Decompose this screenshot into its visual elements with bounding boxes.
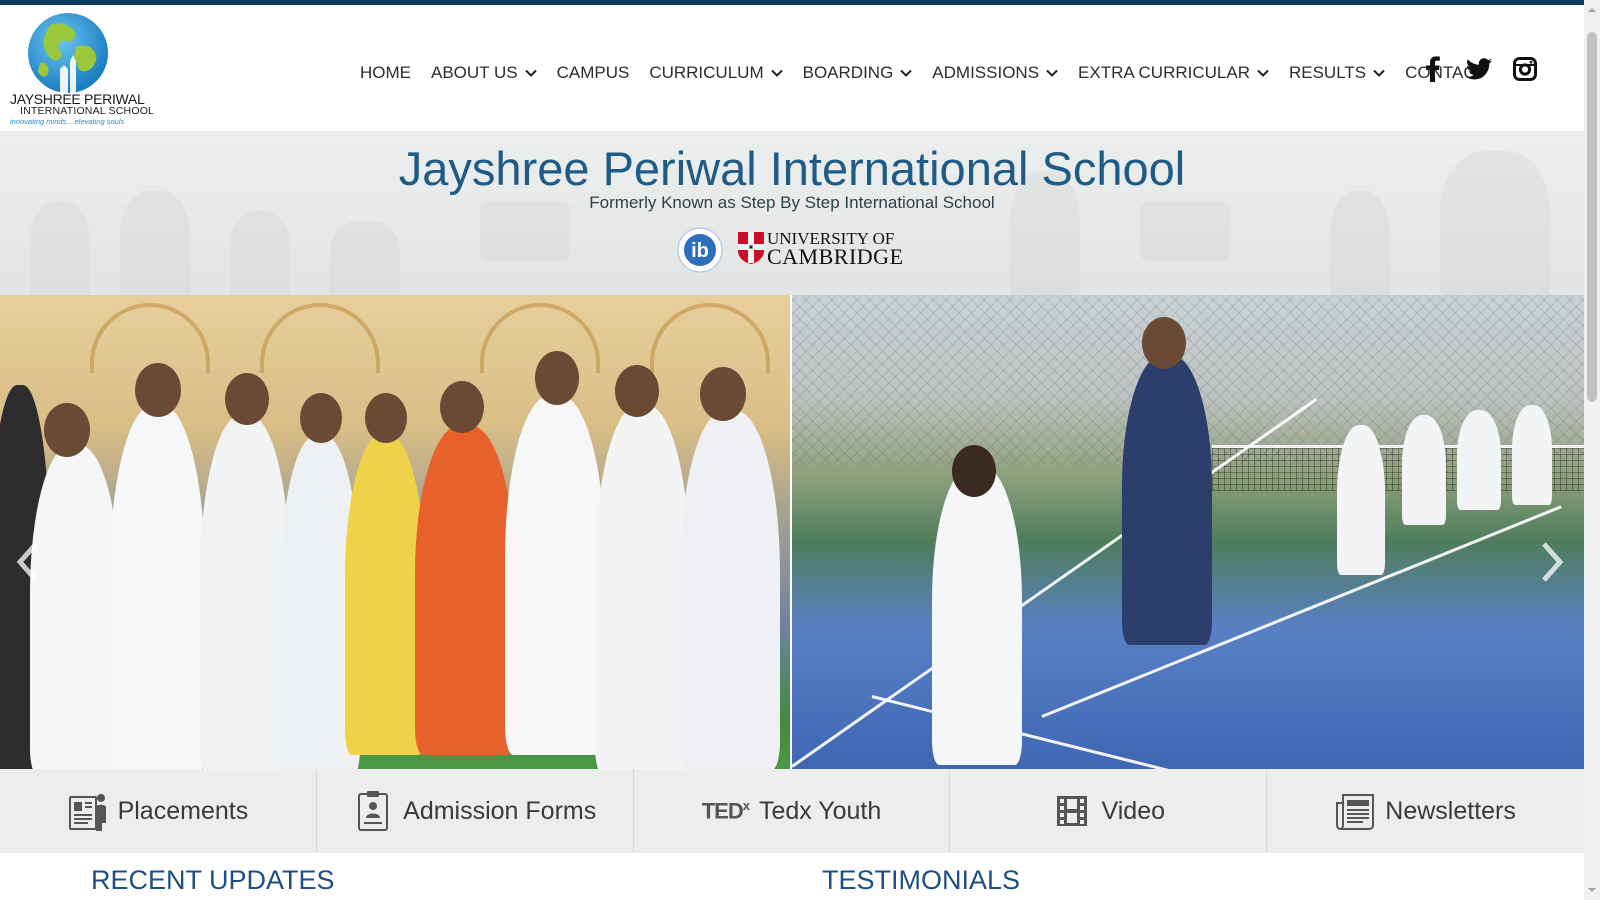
cambridge-line2: CAMBRIDGE [767,244,904,269]
nav-results[interactable]: RESULTS [1289,63,1385,83]
chevron-down-icon [524,69,537,77]
main-navigation: HOME ABOUT US CAMPUS CURRICULUM BOARDING… [360,57,1506,89]
cambridge-logo: UNIVERSITY OF CAMBRIDGE [737,229,907,269]
globe-logo-icon [28,13,108,95]
site-header: JAYSHREE PERIWAL INTERNATIONAL SCHOOL in… [0,5,1584,131]
quick-link-label: Newsletters [1385,796,1516,825]
chevron-down-icon [1257,69,1269,77]
quick-link-label: Admission Forms [403,796,597,825]
admission-form-icon [353,790,393,832]
nav-curriculum[interactable]: CURRICULUM [649,63,783,83]
social-links [1420,55,1538,83]
school-logo[interactable]: JAYSHREE PERIWAL INTERNATIONAL SCHOOL in… [8,9,154,131]
chevron-down-icon [1373,69,1385,77]
cambridge-shield-icon [738,232,764,264]
logo-tagline: innovating minds....elevating souls [10,117,125,126]
quick-link-newsletters[interactable]: Newsletters [1267,769,1584,853]
svg-text:ib: ib [691,240,709,262]
school-subtitle: Formerly Known as Step By Step Internati… [589,193,995,212]
section-heading-testimonials: TESTIMONIALS [822,865,1021,895]
instagram-icon[interactable] [1512,55,1538,83]
quick-link-tedx-youth[interactable]: TEDx Tedx Youth [634,769,951,853]
quick-link-label: Placements [117,796,249,825]
quick-link-admission-forms[interactable]: Admission Forms [317,769,634,853]
tedx-logo: TEDx [701,797,750,824]
newspaper-icon [1335,790,1375,832]
chevron-down-icon [1046,69,1058,77]
nav-extra-curricular[interactable]: EXTRA CURRICULAR [1078,63,1269,83]
scroll-up-arrow-icon[interactable] [1588,6,1596,14]
nav-admissions[interactable]: ADMISSIONS [932,63,1058,83]
quick-link-label: Tedx Youth [758,796,882,825]
slide-photo-tennis [792,295,1584,769]
section-heading-recent-updates: RECENT UPDATES [91,865,335,895]
carousel-prev-arrow[interactable] [14,540,40,584]
chevron-down-icon [900,69,913,77]
school-title: Jayshree Periwal International School [398,142,1186,195]
ib-world-school-logo: ib [677,227,723,273]
hero-banner: Jayshree Periwal International School Fo… [0,131,1584,295]
video-film-icon [1052,790,1092,832]
scrollbar-thumb[interactable] [1587,32,1597,402]
chevron-down-icon [770,69,783,77]
quick-link-video[interactable]: Video [950,769,1268,853]
nav-home[interactable]: HOME [360,63,411,83]
quick-link-placements[interactable]: Placements [0,769,317,853]
page-scrollbar[interactable] [1584,0,1600,900]
twitter-icon[interactable] [1466,55,1492,83]
facebook-icon[interactable] [1420,55,1446,83]
placements-icon [68,790,108,832]
nav-about-us[interactable]: ABOUT US [431,63,537,83]
slide-photo-group [0,295,790,769]
scroll-down-arrow-icon[interactable] [1588,886,1596,894]
logo-name-line2: INTERNATIONAL SCHOOL [20,105,155,117]
carousel-next-arrow[interactable] [1540,540,1566,584]
nav-campus[interactable]: CAMPUS [557,63,630,83]
quick-link-label: Video [1101,796,1166,825]
quick-links-bar: Placements Admission Forms TEDx Tedx You… [0,769,1584,853]
nav-boarding[interactable]: BOARDING [803,63,913,83]
